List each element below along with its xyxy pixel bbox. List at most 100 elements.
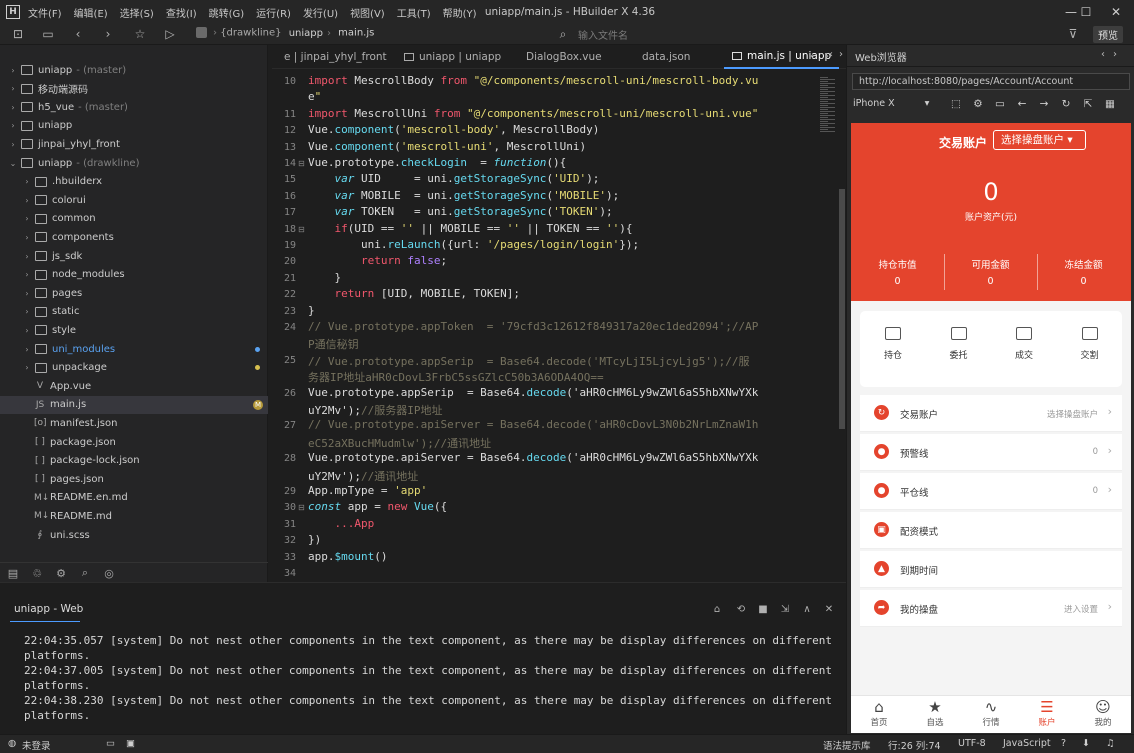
lock-icon[interactable]: ⌂	[710, 602, 724, 616]
tree-item[interactable]: › uniapp	[0, 117, 268, 135]
menu-item[interactable]: ● 平仓线 0 ›	[860, 473, 1122, 510]
back-icon[interactable]: ‹	[70, 26, 86, 42]
tree-item[interactable]: › js_sdk	[0, 247, 268, 265]
tabs-left-icon[interactable]: ‹	[810, 51, 814, 62]
rotate-icon[interactable]: ⬚	[949, 97, 963, 111]
tabbar-item[interactable]: ∿ 行情	[963, 698, 1019, 728]
tree-item[interactable]: › 移动端源码	[0, 80, 268, 98]
editor-tab[interactable]: main.js | uniapp	[724, 45, 840, 69]
external-link-icon[interactable]: ⇱	[1081, 97, 1095, 111]
settings-icon[interactable]: ⚙	[54, 566, 68, 580]
tree-item[interactable]: › static	[0, 303, 268, 321]
quick-action[interactable]: 委托	[927, 327, 991, 361]
breadcrumb-folder[interactable]: uniapp	[289, 28, 323, 39]
tabs-right-icon[interactable]: ›	[839, 49, 843, 60]
search-files-icon[interactable]: ⌕	[78, 566, 92, 580]
editor-tab[interactable]: uniapp | uniapp	[396, 45, 509, 69]
user-icon[interactable]: ◍	[8, 738, 16, 749]
download-icon[interactable]: ⬇	[1082, 738, 1090, 749]
tree-item[interactable]: › h5_vue - (master)	[0, 98, 268, 116]
forward-icon[interactable]: →	[1037, 97, 1051, 111]
menu-item[interactable]: 工具(T)	[397, 5, 431, 20]
stop-icon[interactable]: ■	[756, 602, 770, 616]
menu-item[interactable]: ↻ 交易账户 选择操盘账户 ›	[860, 395, 1122, 432]
star-icon[interactable]: ☆	[132, 26, 148, 42]
tree-item[interactable]: [ ] package.json	[0, 433, 268, 451]
filter-icon[interactable]: ⊽	[1065, 26, 1081, 42]
collapse-icon[interactable]: ∧	[800, 602, 814, 616]
device-select[interactable]: iPhone X ▾	[853, 98, 929, 109]
url-input[interactable]: http://localhost:8080/pages/Account/Acco…	[852, 73, 1130, 90]
new-file-icon[interactable]: ⊡	[10, 26, 26, 42]
account-select-button[interactable]: 选择操盘账户 ▾	[993, 130, 1086, 150]
project-manager-icon[interactable]: ▤	[6, 566, 20, 580]
run-icon[interactable]: ▷	[162, 26, 178, 42]
tree-item[interactable]: › style	[0, 321, 268, 339]
menu-item[interactable]: 查找(I)	[166, 5, 197, 20]
tabbar-item[interactable]: ★ 自选	[907, 698, 963, 728]
language-mode[interactable]: JavaScript	[1003, 738, 1051, 749]
menu-item[interactable]: ▲ 到期时间	[860, 551, 1122, 588]
back-icon[interactable]: ←	[1015, 97, 1029, 111]
git-icon[interactable]: ◎	[102, 566, 116, 580]
tree-item[interactable]: › uni_modules	[0, 340, 268, 358]
tree-item[interactable]: › colorui	[0, 191, 268, 209]
tree-item[interactable]: M↓ README.en.md	[0, 489, 268, 507]
bell-icon[interactable]: ♫	[1106, 738, 1115, 749]
prev-tab-icon[interactable]: ‹	[1101, 49, 1105, 60]
editor-tab[interactable]: DialogBox.vue	[518, 45, 610, 69]
save-icon[interactable]: ▭	[40, 26, 56, 42]
tree-item[interactable]: › .hbuilderx	[0, 173, 268, 191]
tree-item[interactable]: ∮ uni.scss	[0, 526, 268, 544]
tree-item[interactable]: › uniapp - (master)	[0, 61, 268, 79]
preview-tab[interactable]: Web浏览器	[855, 49, 907, 64]
menu-item[interactable]: ● 预警线 0 ›	[860, 434, 1122, 471]
tree-item[interactable]: V App.vue	[0, 377, 268, 395]
console-tab[interactable]: uniapp - Web	[14, 603, 83, 615]
fold-icon[interactable]: ⊟	[298, 503, 305, 512]
tree-item[interactable]: › components	[0, 228, 268, 246]
tree-item[interactable]: › jinpai_yhyl_front	[0, 135, 268, 153]
preview-button[interactable]: 预览	[1093, 26, 1123, 43]
editor-tab[interactable]: e | jinpai_yhyl_front	[276, 45, 395, 69]
tabbar-item[interactable]: ☺ 我的	[1075, 698, 1131, 728]
tree-item[interactable]: › pages	[0, 284, 268, 302]
devtools-icon[interactable]: ▭	[993, 97, 1007, 111]
settings-icon[interactable]: ⚙	[971, 97, 985, 111]
menu-item[interactable]: ▣ 配资模式	[860, 512, 1122, 549]
file-search-input[interactable]: 输入文件名	[578, 27, 628, 42]
panel-icon[interactable]: ▣	[126, 738, 135, 749]
forward-icon[interactable]: ›	[100, 26, 116, 42]
tree-item[interactable]: › node_modules	[0, 266, 268, 284]
menu-item[interactable]: 发行(U)	[303, 5, 338, 20]
maximize-icon[interactable]: ☐	[1071, 0, 1101, 24]
encoding[interactable]: UTF-8	[958, 738, 986, 749]
close-console-icon[interactable]: ✕	[822, 602, 836, 616]
tree-item[interactable]: JS main.js M	[0, 395, 268, 414]
breadcrumb-project[interactable]: {drawkline}	[220, 28, 281, 39]
tree-item[interactable]: M↓ README.md	[0, 507, 268, 525]
code-editor[interactable]: 10 import MescrollBody from "@/components…	[272, 69, 846, 582]
tree-item[interactable]: [o] manifest.json	[0, 414, 268, 432]
editor-tab[interactable]: data.json	[634, 45, 698, 69]
help-icon[interactable]: ?	[1061, 738, 1066, 749]
tabbar-item[interactable]: ⌂ 首页	[851, 698, 907, 728]
clear-icon[interactable]: ⟲	[734, 602, 748, 616]
menu-item[interactable]: 编辑(E)	[74, 5, 108, 20]
plugin-icon[interactable]: ♲	[30, 566, 44, 580]
quick-action[interactable]: 交割	[1058, 327, 1122, 361]
quick-action[interactable]: 成交	[992, 327, 1056, 361]
menu-item[interactable]: 文件(F)	[28, 5, 62, 20]
refresh-icon[interactable]: ↻	[1059, 97, 1073, 111]
tabs-left-icon[interactable]: ‹	[829, 49, 833, 60]
editor-scrollbar[interactable]	[839, 189, 845, 429]
quick-action[interactable]: 持仓	[861, 327, 925, 361]
syntax-hint[interactable]: 语法提示库	[823, 738, 871, 752]
fold-icon[interactable]: ⊟	[298, 159, 305, 168]
close-icon[interactable]: ✕	[1101, 0, 1131, 24]
cursor-position[interactable]: 行:26 列:74	[888, 738, 941, 752]
tree-item[interactable]: › common	[0, 210, 268, 228]
menu-item[interactable]: 跳转(G)	[209, 5, 245, 20]
next-tab-icon[interactable]: ›	[1113, 49, 1117, 60]
login-status[interactable]: 未登录	[22, 738, 51, 752]
